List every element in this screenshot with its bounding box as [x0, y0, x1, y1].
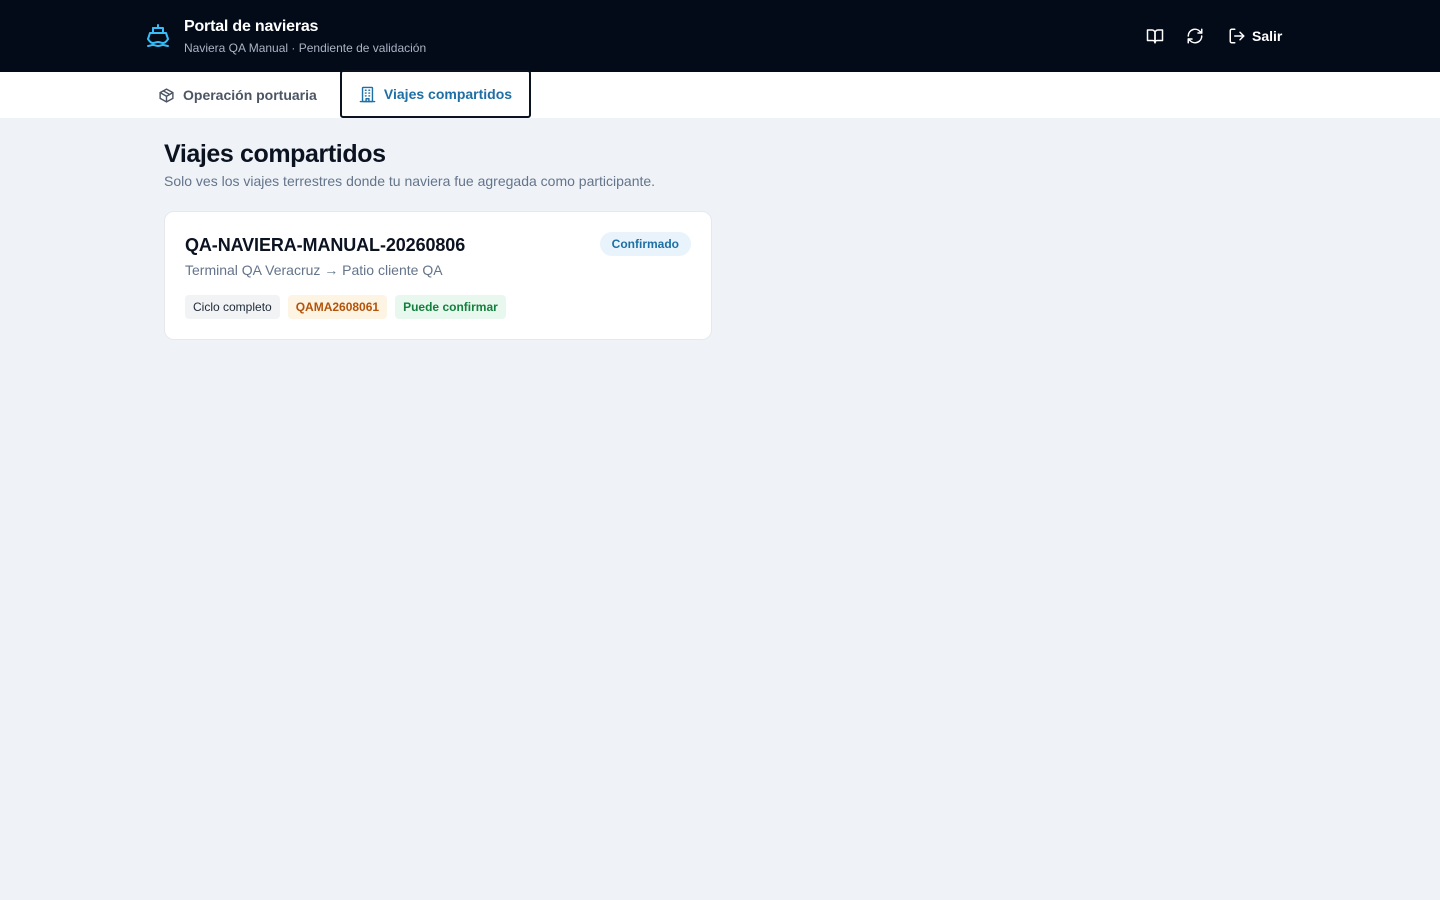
page-subtitle: Solo ves los viajes terrestres donde tu … — [164, 173, 656, 189]
trip-route: Terminal QA Veracruz → Patio cliente QA — [185, 262, 443, 278]
trip-code: QA-NAVIERA-MANUAL-20260806 — [185, 235, 466, 255]
logout-button[interactable]: Salir — [1228, 24, 1288, 48]
package-icon — [159, 87, 174, 103]
ship-icon — [147, 24, 169, 47]
cycle-tag: Ciclo completo — [185, 295, 280, 319]
tab-shared-trips-label: Viajes compartidos — [383, 86, 513, 102]
page-title: Viajes compartidos — [164, 140, 386, 168]
top-bar: Portal de navieras Naviera QA Manual · P… — [0, 0, 1440, 72]
trip-tags: Ciclo completo QAMA2608061 Puede confirm… — [185, 295, 506, 319]
logout-label: Salir — [1252, 28, 1283, 44]
tab-port-operations-label: Operación portuaria — [183, 87, 317, 103]
can-confirm-tag: Puede confirmar — [395, 295, 506, 319]
book-open-icon — [1146, 29, 1164, 44]
refresh-button[interactable] — [1184, 24, 1206, 48]
container-tag: QAMA2608061 — [287, 295, 388, 319]
tab-shared-trips[interactable]: Viajes compartidos — [340, 70, 531, 118]
trip-card[interactable]: QA-NAVIERA-MANUAL-20260806 Terminal QA V… — [164, 211, 712, 340]
account-status-subtitle: Naviera QA Manual · Pendiente de validac… — [184, 41, 427, 55]
status-badge: Confirmado — [599, 232, 691, 256]
logout-icon — [1229, 28, 1245, 44]
refresh-icon — [1187, 28, 1203, 44]
docs-button[interactable] — [1144, 24, 1166, 48]
tab-bar: Operación portuaria Viajes compartidos — [0, 70, 1440, 118]
building-icon — [359, 86, 376, 102]
tab-port-operations[interactable]: Operación portuaria — [158, 72, 317, 118]
app-title: Portal de navieras — [184, 18, 319, 35]
